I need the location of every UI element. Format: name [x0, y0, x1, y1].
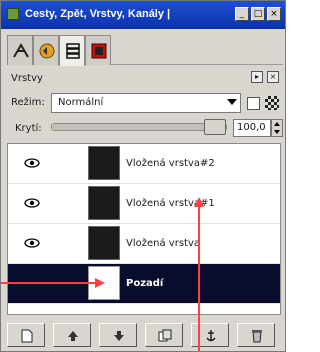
maximize-button[interactable]: □ — [251, 7, 265, 21]
mode-label: Režim: — [11, 97, 45, 108]
opacity-slider-fill — [52, 124, 226, 130]
lock-alpha-checkbox[interactable] — [247, 97, 260, 110]
layer-thumbnail — [88, 146, 120, 180]
opacity-spinner[interactable] — [271, 119, 283, 137]
layer-row-selected[interactable]: Pozadí — [8, 264, 280, 304]
layers-dialog-window: Cesty, Zpět, Vrstvy, Kanály | _ □ × Vrst… — [0, 0, 286, 352]
lower-layer-button[interactable] — [99, 323, 137, 347]
paths-icon — [13, 43, 29, 58]
layers-toolbar — [7, 323, 281, 349]
checkerboard-icon — [265, 96, 279, 110]
annotation-arrowhead — [95, 278, 105, 288]
tab-undo[interactable] — [33, 35, 59, 65]
title-bar[interactable]: Cesty, Zpět, Vrstvy, Kanály | _ □ × — [1, 1, 285, 29]
opacity-slider-handle[interactable] — [204, 119, 226, 135]
layer-row[interactable]: Vložená vrstva — [8, 224, 280, 264]
channels-icon — [91, 43, 107, 59]
duplicate-layer-icon — [158, 329, 172, 342]
new-layer-icon — [21, 329, 33, 343]
delete-layer-icon — [252, 330, 262, 343]
duplicate-layer-button[interactable] — [145, 323, 183, 347]
annotation-line — [1, 282, 97, 284]
layers-list: Vložená vrstva#2 Vložená vrstva#1 Vložen… — [7, 143, 281, 315]
layers-icon — [66, 43, 80, 59]
new-layer-button[interactable] — [7, 323, 45, 347]
opacity-slider[interactable] — [51, 119, 227, 135]
tab-paths[interactable] — [7, 35, 33, 65]
panel-menu-button[interactable]: ▸ — [251, 71, 263, 83]
chevron-down-icon — [227, 99, 237, 105]
layer-name[interactable]: Pozadí — [126, 278, 163, 289]
eye-icon[interactable] — [24, 198, 40, 208]
anchor-layer-button[interactable] — [191, 323, 229, 347]
raise-layer-button[interactable] — [53, 323, 91, 347]
app-icon — [7, 8, 19, 20]
layer-name[interactable]: Vložená vrstva#2 — [126, 158, 215, 169]
panel-close-button[interactable]: × — [267, 71, 279, 83]
opacity-label: Krytí: — [15, 123, 42, 134]
dialog-tabs — [7, 35, 283, 66]
tab-layers[interactable] — [59, 35, 85, 66]
mode-value: Normální — [58, 97, 104, 108]
anchor-layer-icon — [206, 330, 216, 342]
layer-thumbnail — [88, 226, 120, 260]
eye-icon[interactable] — [24, 238, 40, 248]
annotation-line — [198, 205, 200, 351]
close-button[interactable]: × — [267, 7, 281, 21]
undo-icon — [39, 43, 55, 59]
annotation-arrowhead — [194, 197, 204, 207]
minimize-button[interactable]: _ — [235, 7, 249, 21]
opacity-input[interactable]: 100,0 — [233, 119, 271, 137]
layer-row[interactable]: Vložená vrstva#1 — [8, 184, 280, 224]
window-title: Cesty, Zpět, Vrstvy, Kanály | — [25, 8, 171, 20]
tab-channels[interactable] — [85, 35, 111, 65]
mode-select[interactable]: Normální — [51, 93, 241, 113]
delete-layer-button[interactable] — [237, 323, 275, 347]
eye-icon[interactable] — [24, 158, 40, 168]
layer-thumbnail — [88, 186, 120, 220]
raise-layer-icon — [68, 331, 78, 341]
layer-row[interactable]: Vložená vrstva#2 — [8, 144, 280, 184]
layer-name[interactable]: Vložená vrstva — [126, 238, 200, 249]
panel-title: Vrstvy — [11, 73, 43, 84]
lower-layer-icon — [114, 331, 124, 341]
